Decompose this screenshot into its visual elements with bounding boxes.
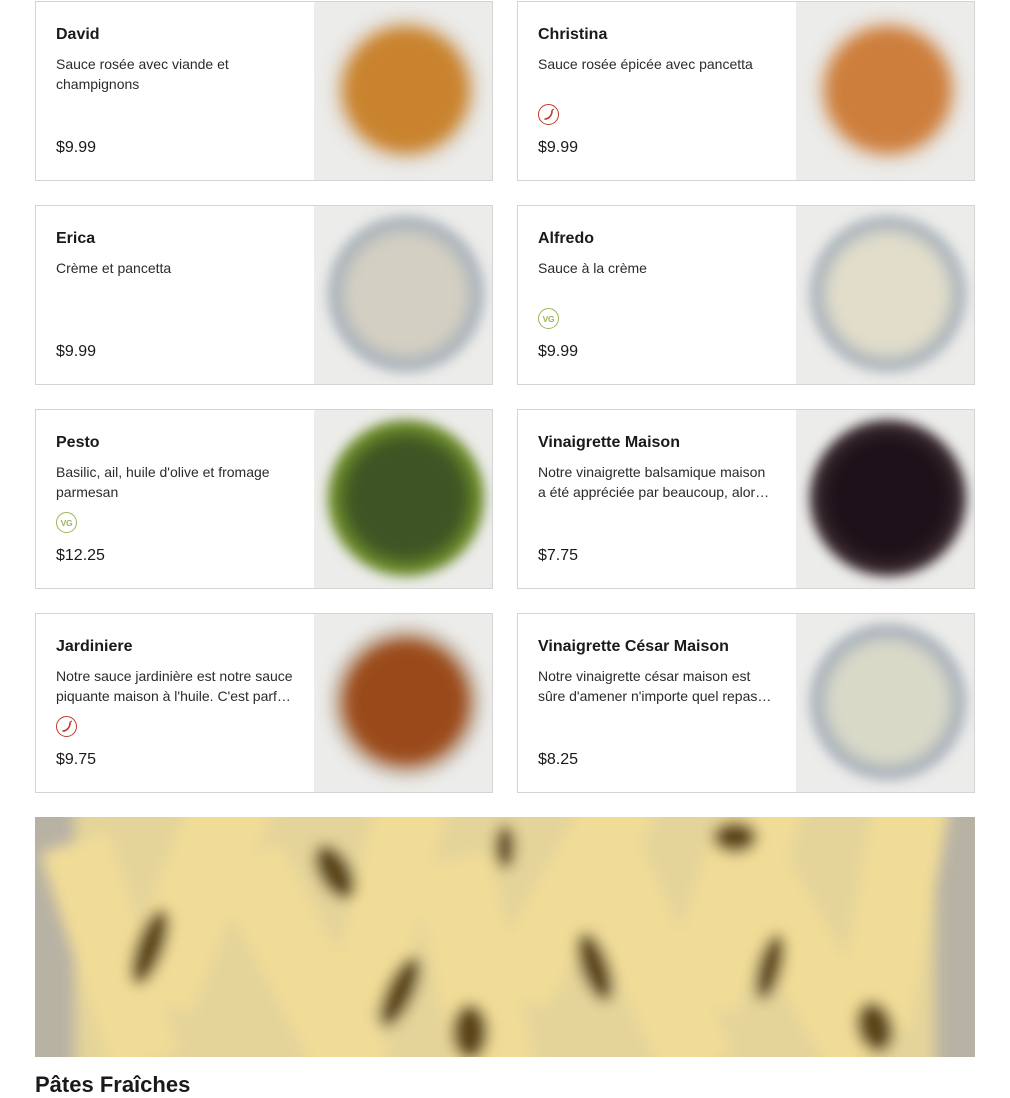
vegetarian-icon: VG (56, 512, 77, 533)
menu-item-description: Notre vinaigrette balsamique maison a ét… (538, 464, 766, 500)
menu-item-price: $8.25 (538, 751, 579, 768)
sauce-shape (342, 230, 470, 358)
menu-item-card[interactable]: David Sauce rosée avec viande et champig… (35, 1, 493, 181)
menu-item-card[interactable]: Christina Sauce rosée épicée avec pancet… (517, 1, 975, 181)
menu-item-name: Alfredo (538, 230, 594, 247)
menu-item-grid: David Sauce rosée avec viande et champig… (35, 1, 975, 793)
menu-item-name: Erica (56, 230, 96, 247)
sauce-shape (824, 638, 952, 766)
chili-pepper-icon (62, 720, 73, 732)
sauce-shape (342, 638, 470, 766)
menu-item-info: Vinaigrette Maison Notre vinaigrette bal… (538, 410, 776, 588)
menu-item-name: Vinaigrette César Maison (538, 638, 729, 655)
menu-item-card[interactable]: Jardiniere Notre sauce jardinière est no… (35, 613, 493, 793)
menu-item-description: Notre vinaigrette césar maison est sûre … (538, 668, 758, 704)
menu-item-name: David (56, 26, 100, 43)
chili-pepper-icon (544, 108, 555, 120)
sauce-photo (314, 2, 492, 180)
menu-item-card[interactable]: Erica Crème et pancetta $9.99 (35, 205, 493, 385)
menu-item-description: Sauce rosée épicée avec pancetta (538, 56, 753, 72)
menu-item-description: Basilic, ail, huile d'olive et fromage p… (56, 464, 270, 500)
pasta-banner-art (35, 817, 975, 1057)
pasta-banner-photo (35, 817, 975, 1057)
sauce-shape (342, 26, 470, 154)
sauce-shape (342, 434, 470, 562)
sauce-shape (824, 26, 952, 154)
sauce-photo (796, 2, 974, 180)
menu-item-name: Pesto (56, 434, 100, 451)
sauce-photo (796, 410, 974, 588)
sauce-photo (314, 410, 492, 588)
menu-item-info: Vinaigrette César Maison Notre vinaigret… (538, 614, 776, 792)
menu-item-info: Pesto Basilic, ail, huile d'olive et fro… (56, 410, 294, 588)
menu-item-price: $9.75 (56, 751, 97, 768)
menu-item-name: Jardiniere (56, 638, 133, 655)
sauce-shape (824, 434, 952, 562)
sauce-photo (796, 614, 974, 792)
menu-item-price: $9.99 (56, 343, 97, 360)
menu-item-info: Christina Sauce rosée épicée avec pancet… (538, 2, 776, 180)
menu-item-price: $9.99 (538, 139, 579, 156)
menu-item-info: Alfredo Sauce à la crème $9.99 VG (538, 206, 776, 384)
menu-item-card[interactable]: Pesto Basilic, ail, huile d'olive et fro… (35, 409, 493, 589)
menu-item-description: Notre sauce jardinière est notre sauce p… (56, 668, 293, 704)
menu-item-price: $9.99 (56, 139, 97, 156)
section-title: Pâtes Fraîches (35, 1072, 191, 1097)
menu-item-info: Erica Crème et pancetta $9.99 (56, 206, 294, 384)
menu-item-description: Sauce à la crème (538, 260, 647, 276)
sauce-shape (824, 230, 952, 358)
menu-item-name: Vinaigrette Maison (538, 434, 680, 451)
spicy-icon (538, 104, 559, 125)
spicy-icon (56, 716, 77, 737)
menu-item-card[interactable]: Vinaigrette César Maison Notre vinaigret… (517, 613, 975, 793)
menu-item-card[interactable]: Alfredo Sauce à la crème $9.99 VG (517, 205, 975, 385)
menu-item-card[interactable]: Vinaigrette Maison Notre vinaigrette bal… (517, 409, 975, 589)
menu-item-name: Christina (538, 26, 608, 43)
menu-item-price: $9.99 (538, 343, 579, 360)
menu-item-price: $12.25 (56, 547, 105, 564)
menu-item-info: Jardiniere Notre sauce jardinière est no… (56, 614, 294, 792)
menu-item-description: Sauce rosée avec viande et champignons (56, 56, 229, 92)
menu-item-price: $7.75 (538, 547, 579, 564)
menu-item-description: Crème et pancetta (56, 260, 172, 276)
sauce-photo (314, 614, 492, 792)
sauce-photo (796, 206, 974, 384)
sauce-photo (314, 206, 492, 384)
vegetarian-icon: VG (538, 308, 559, 329)
menu-item-info: David Sauce rosée avec viande et champig… (56, 2, 294, 180)
